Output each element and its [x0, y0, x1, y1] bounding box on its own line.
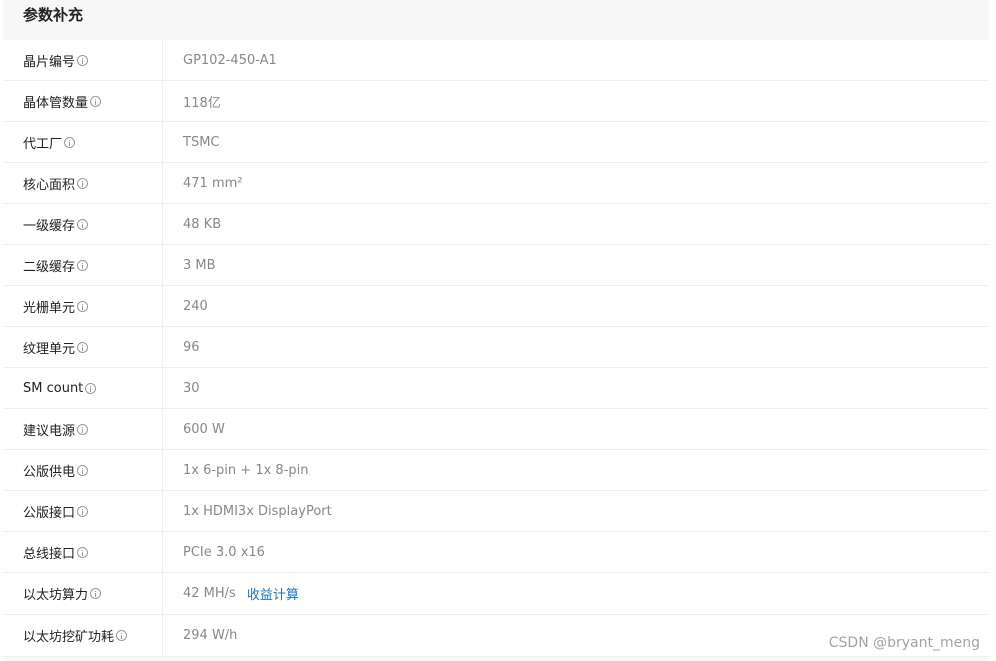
- row-value: 3 MB: [183, 257, 216, 273]
- info-icon[interactable]: [77, 341, 89, 353]
- row-label: 公版接口: [3, 491, 163, 531]
- table-row: 一级缓存 48 KB: [3, 204, 989, 245]
- info-icon[interactable]: [77, 423, 89, 435]
- info-icon[interactable]: [77, 54, 89, 66]
- spec-panel: 参数补充 晶片编号 GP102-450-A1 晶体管数量 118亿 代工厂 TS…: [3, 0, 989, 661]
- info-icon[interactable]: [77, 259, 89, 271]
- row-label: 以太坊挖矿功耗: [3, 615, 163, 656]
- row-value: 42 MH/s 收益计算: [163, 584, 299, 603]
- row-value: 118亿: [183, 95, 221, 111]
- row-label-text: 光栅单元: [23, 300, 76, 316]
- row-value: 240: [183, 298, 208, 314]
- profit-calc-link[interactable]: 收益计算: [247, 584, 299, 603]
- info-icon[interactable]: [85, 382, 97, 394]
- row-label-text: 晶片编号: [23, 54, 76, 70]
- row-label-text: 纹理单元: [23, 341, 76, 357]
- info-icon[interactable]: [77, 505, 89, 517]
- row-label: 以太坊算力: [3, 573, 163, 614]
- info-icon[interactable]: [90, 95, 102, 107]
- row-value: 294 W/h: [183, 628, 238, 643]
- row-label: 晶体管数量: [3, 81, 163, 121]
- table-row: 核心面积 471 mm²: [3, 163, 989, 204]
- table-row: 公版供电 1x 6-pin + 1x 8-pin: [3, 450, 989, 491]
- table-row: 代工厂 TSMC: [3, 122, 989, 163]
- info-icon[interactable]: [77, 177, 89, 189]
- info-icon[interactable]: [116, 630, 128, 641]
- info-icon[interactable]: [77, 464, 89, 476]
- table-row: SM count 30: [3, 368, 989, 409]
- row-value: 1x 6-pin + 1x 8-pin: [183, 462, 309, 478]
- row-label-text: 公版接口: [23, 505, 76, 521]
- row-label-text: SM count: [23, 380, 84, 396]
- row-label: 核心面积: [3, 163, 163, 203]
- info-icon[interactable]: [77, 218, 89, 230]
- row-label-text: 以太坊挖矿功耗: [23, 630, 115, 645]
- row-label: 一级缓存: [3, 204, 163, 244]
- row-value: 96: [183, 339, 200, 355]
- row-value: PCIe 3.0 x16: [183, 544, 265, 560]
- table-row: 光栅单元 240: [3, 286, 989, 327]
- info-icon[interactable]: [77, 546, 89, 558]
- table-row: 晶体管数量 118亿: [3, 81, 989, 122]
- row-label-text: 晶体管数量: [23, 95, 89, 111]
- row-value: 1x HDMI3x DisplayPort: [183, 503, 332, 519]
- row-label-text: 一级缓存: [23, 218, 76, 234]
- table-row: 建议电源 600 W: [3, 409, 989, 450]
- row-label-text: 核心面积: [23, 177, 76, 193]
- info-icon[interactable]: [77, 300, 89, 312]
- table-row: 二级缓存 3 MB: [3, 245, 989, 286]
- row-label-text: 二级缓存: [23, 259, 76, 275]
- row-value: TSMC: [183, 134, 220, 150]
- row-value: 48 KB: [183, 216, 222, 232]
- info-icon[interactable]: [64, 136, 76, 148]
- row-value: 30: [183, 380, 200, 396]
- row-label: 总线接口: [3, 532, 163, 572]
- row-label-text: 代工厂: [23, 136, 63, 152]
- info-icon[interactable]: [90, 588, 102, 599]
- row-label: 代工厂: [3, 122, 163, 162]
- row-label-text: 公版供电: [23, 464, 76, 480]
- row-value: GP102-450-A1: [183, 52, 277, 68]
- watermark-text: CSDN @bryant_meng: [828, 635, 980, 651]
- row-label: 公版供电: [3, 450, 163, 490]
- row-label: 建议电源: [3, 409, 163, 449]
- row-label: 光栅单元: [3, 286, 163, 326]
- section-title: 参数补充: [23, 6, 84, 24]
- hashrate-value: 42 MH/s: [183, 586, 236, 601]
- row-value: 471 mm²: [183, 175, 243, 191]
- table-row: 以太坊算力 42 MH/s 收益计算: [3, 573, 989, 615]
- row-value: 600 W: [183, 421, 225, 437]
- row-label: SM count: [3, 368, 163, 408]
- row-label: 晶片编号: [3, 40, 163, 80]
- table-row: 公版接口 1x HDMI3x DisplayPort: [3, 491, 989, 532]
- table-row: 晶片编号 GP102-450-A1: [3, 40, 989, 81]
- row-label: 二级缓存: [3, 245, 163, 285]
- row-label: 纹理单元: [3, 327, 163, 367]
- table-row: 总线接口 PCIe 3.0 x16: [3, 532, 989, 573]
- spec-table: 晶片编号 GP102-450-A1 晶体管数量 118亿 代工厂 TSMC 核心…: [3, 40, 989, 657]
- table-row: 纹理单元 96: [3, 327, 989, 368]
- row-label-text: 总线接口: [23, 546, 76, 562]
- row-label-text: 以太坊算力: [23, 588, 89, 603]
- row-label-text: 建议电源: [23, 423, 76, 439]
